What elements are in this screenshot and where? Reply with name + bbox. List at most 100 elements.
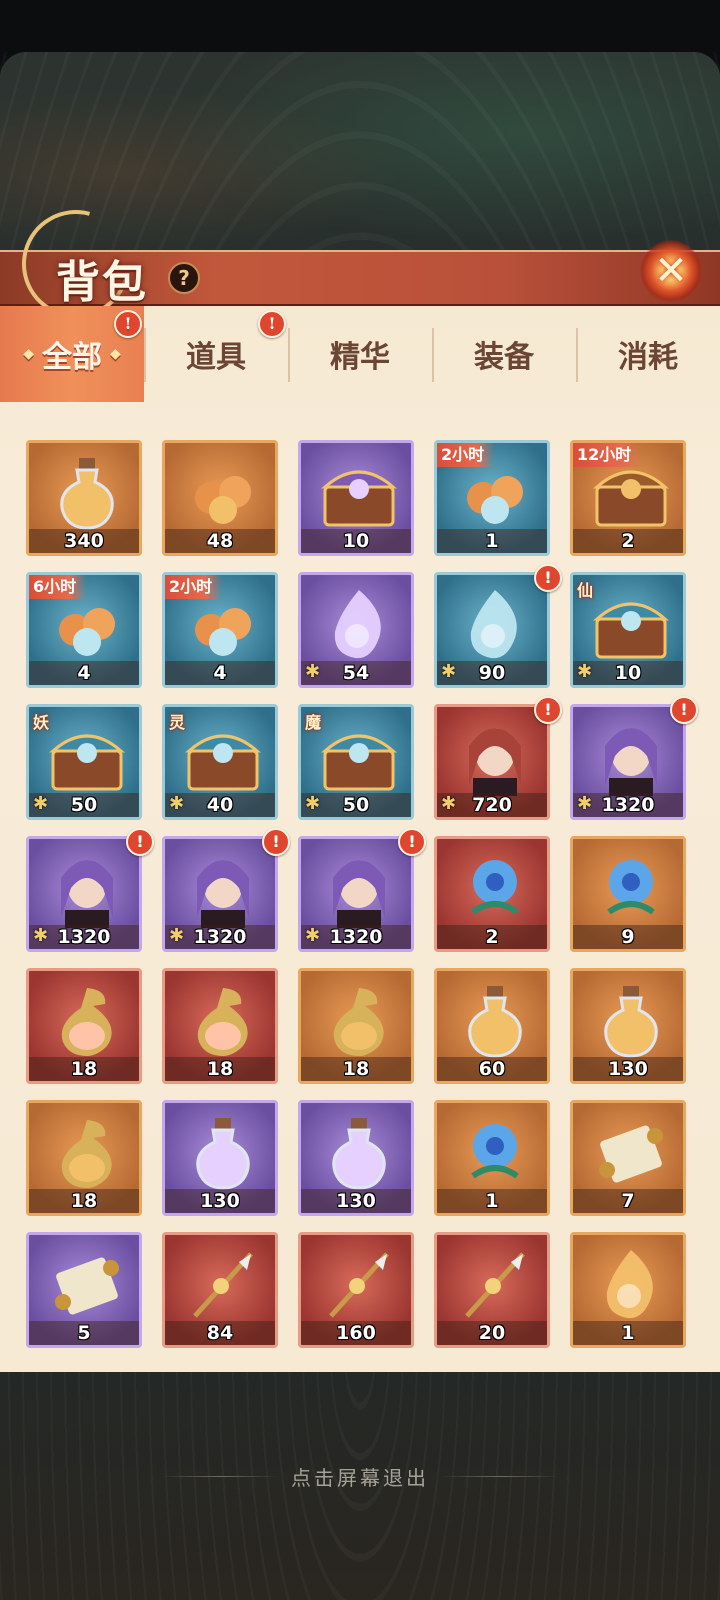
faction-tag: 魔 [305,713,322,732]
item-slot[interactable]: ✱ 90 [434,572,550,688]
item-slot[interactable]: 84 [162,1232,278,1348]
item-slot[interactable]: 20 [434,1232,550,1348]
item-slot[interactable]: 48 [162,440,278,556]
item-slot[interactable]: ✱ 54 [298,572,414,688]
gold-coin-box-icon [315,453,403,531]
white-scroll-icon [43,1245,131,1323]
tab-props[interactable]: 道具 ! [144,306,288,402]
fire-crystal-icon [587,1245,675,1323]
blue-orchid-icon [587,849,675,927]
item-quantity: 20 [478,1322,506,1344]
item-slot[interactable]: 9 [570,836,686,952]
item-slot[interactable]: 1 [434,1100,550,1216]
item-slot[interactable]: 60 [434,968,550,1084]
diamond-icon: ◆ [23,346,34,362]
item-slot[interactable]: ✱ 720 [434,704,550,820]
item-slot[interactable]: 1 [570,1232,686,1348]
close-button[interactable]: ✕ [640,240,702,302]
tab-label: 全部 [42,340,102,375]
close-icon: ✕ [654,248,688,294]
item-grid: 340 48 10 1 2小时 2 12小时 4 6小时 4 2小时 ✱ 54 ✱ 90! ✱ 10 仙 ✱ 50 妖 ✱… [26,440,698,1360]
item-slot[interactable]: ✱ 1320 [570,704,686,820]
item-quantity: 130 [336,1190,376,1212]
tab-consumables[interactable]: 消耗 [576,306,720,402]
item-slot[interactable]: 160 [298,1232,414,1348]
item-quantity: 18 [342,1058,370,1080]
item-slot[interactable]: 10 [298,440,414,556]
item-quantity: 18 [206,1058,234,1080]
item-quantity: 2 [621,530,635,552]
expiry-timer: 12小时 [573,443,642,467]
item-slot[interactable]: 18 [26,968,142,1084]
alert-badge-icon: ! [262,828,290,856]
item-quantity: 60 [478,1058,506,1080]
alert-badge-icon: ! [126,828,154,856]
item-slot[interactable]: 130 [570,968,686,1084]
steel-spear-icon [451,1245,539,1323]
item-slot[interactable]: 18 [162,968,278,1084]
hero-portrait-fox-ears-icon [43,849,131,928]
item-slot[interactable]: ✱ 50 魔 [298,704,414,820]
yellow-potion-icon [315,1113,403,1191]
item-quantity: 1320 [57,926,111,948]
expiry-timer: 2小时 [437,443,495,467]
item-slot[interactable]: 4 2小时 [162,572,278,688]
item-quantity: 4 [77,662,91,684]
tab-label: 道具 [186,340,246,375]
item-slot[interactable]: ✱ 10 仙 [570,572,686,688]
item-slot[interactable]: 130 [298,1100,414,1216]
item-slot[interactable]: 5 [26,1232,142,1348]
item-quantity: 18 [70,1190,98,1212]
hero-portrait-crowned-icon [179,849,267,928]
item-quantity: 18 [70,1058,98,1080]
tab-all[interactable]: ◆ 全部 ◆ ! [0,306,144,402]
hero-portrait-red-hair-icon [451,717,539,796]
tab-equipment[interactable]: 装备 [432,306,576,402]
item-slot[interactable]: ✱ 1320 [162,836,278,952]
blue-flower-icon [451,849,539,927]
item-slot[interactable]: 7 [570,1100,686,1216]
green-elixir-vessel-icon [179,981,267,1059]
item-slot[interactable]: ✱ 40 灵 [162,704,278,820]
moon-staff-icon [179,1245,267,1323]
item-quantity: 9 [621,926,635,948]
item-quantity: 7 [621,1190,635,1212]
item-quantity: 4 [213,662,227,684]
alert-badge-icon: ! [258,310,286,338]
alert-badge-icon: ! [670,696,698,724]
red-lantern-flower-icon [451,1113,539,1191]
item-slot[interactable]: ✱ 1320 [26,836,142,952]
item-slot[interactable]: 130 [162,1100,278,1216]
item-slot[interactable]: ✱ 50 妖 [26,704,142,820]
item-slot[interactable]: 1 2小时 [434,440,550,556]
item-slot[interactable]: 2 [434,836,550,952]
alert-badge-icon: ! [534,564,562,592]
red-elixir-vessel-icon [43,981,131,1059]
golden-scroll-icon [587,1113,675,1191]
item-quantity: 1 [485,1190,499,1212]
purple-potion-icon [179,1113,267,1191]
item-quantity: 1 [485,530,499,552]
item-slot[interactable]: 340 [26,440,142,556]
exit-hint[interactable]: 点击屏幕退出 [0,1462,720,1491]
tab-label: 装备 [474,340,534,375]
tab-label: 精华 [330,340,390,375]
item-quantity: 720 [472,794,512,816]
potion-basket-icon [43,453,131,531]
tab-label: 消耗 [618,340,678,375]
hero-portrait-scholar-icon [315,849,403,928]
item-slot[interactable]: ✱ 1320 [298,836,414,952]
item-quantity: 130 [200,1190,240,1212]
item-slot[interactable]: 2 12小时 [570,440,686,556]
faction-tag: 灵 [169,713,186,732]
item-slot[interactable]: 18 [298,968,414,1084]
item-quantity: 84 [206,1322,234,1344]
help-icon[interactable]: ? [168,262,200,294]
page-title: 背包 [56,257,148,308]
tab-essence[interactable]: 精华 [288,306,432,402]
item-slot[interactable]: 4 6小时 [26,572,142,688]
item-quantity: 10 [342,530,370,552]
item-slot[interactable]: 18 [26,1100,142,1216]
expiry-timer: 6小时 [29,575,87,599]
item-quantity: 90 [478,662,506,684]
